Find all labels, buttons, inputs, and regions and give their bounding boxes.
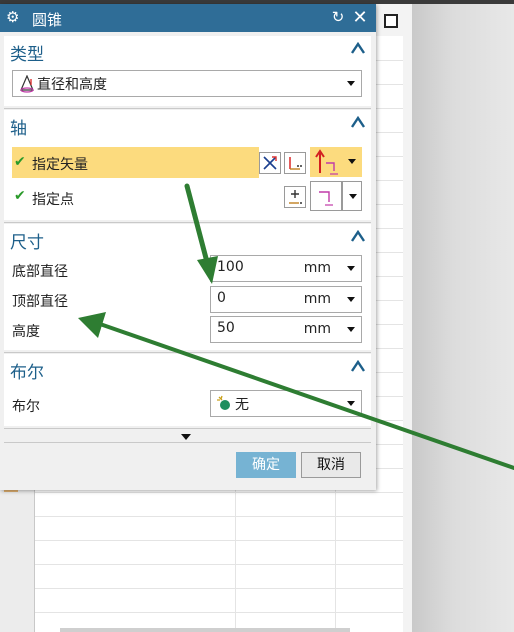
collapse-icon[interactable] [351, 42, 365, 54]
vector-dialog-icon[interactable] [259, 152, 281, 174]
collapse-icon[interactable] [351, 116, 365, 128]
point-icon[interactable] [310, 181, 342, 211]
type-section: 类型 直径和高度 [4, 36, 371, 106]
collapse-icon[interactable] [351, 230, 365, 242]
point-dialog-icon[interactable] [284, 186, 306, 208]
axis-section-header[interactable]: 轴 [10, 114, 27, 139]
dialog-title: 圆锥 [32, 11, 63, 29]
reset-icon[interactable]: ↻ [330, 8, 346, 26]
height-input[interactable]: 50 mm [210, 316, 362, 343]
chevron-down-icon[interactable] [347, 266, 355, 271]
divider [4, 222, 371, 223]
specify-point-row[interactable]: ✔ 指定点 [4, 181, 371, 212]
point-dropdown[interactable] [342, 181, 362, 211]
ok-button[interactable]: 确定 [236, 452, 296, 478]
unit-label: mm [303, 291, 331, 307]
inferred-vector-icon[interactable] [284, 152, 306, 174]
boolean-none-icon [217, 395, 230, 410]
boolean-section: 布尔 布尔 无 [4, 354, 371, 426]
background-graphics-area [412, 4, 514, 632]
dialog-titlebar[interactable]: ⚙ 圆锥 ↻ ✕ [0, 4, 376, 32]
top-diameter-value: 0 [217, 290, 226, 306]
axis-section: 轴 ✔ 指定矢量 ✔ 指定点 [4, 110, 371, 220]
unit-label: mm [303, 260, 331, 276]
chevron-down-icon[interactable] [347, 401, 355, 406]
chevron-down-icon[interactable] [347, 327, 355, 332]
gear-icon[interactable]: ⚙ [6, 9, 22, 25]
specify-vector-label: 指定矢量 [32, 157, 88, 173]
bottom-diameter-label: 底部直径 [12, 264, 68, 280]
maximize-icon[interactable] [384, 14, 398, 28]
type-dropdown[interactable]: 直径和高度 [12, 70, 362, 97]
collapse-icon[interactable] [351, 360, 365, 372]
top-diameter-label: 顶部直径 [12, 294, 68, 310]
chevron-down-icon[interactable] [347, 81, 355, 86]
vector-dropdown[interactable] [342, 147, 362, 177]
divider [4, 108, 371, 109]
close-icon[interactable]: ✕ [352, 7, 368, 28]
type-section-header[interactable]: 类型 [10, 40, 44, 65]
specify-vector-row[interactable]: ✔ 指定矢量 [4, 147, 371, 178]
check-icon: ✔ [14, 188, 26, 204]
more-options-icon[interactable] [181, 434, 191, 440]
bottom-diameter-input[interactable]: 100 mm [210, 255, 362, 282]
specify-point-label: 指定点 [32, 192, 74, 208]
height-value: 50 [217, 320, 235, 336]
top-diameter-input[interactable]: 0 mm [210, 286, 362, 313]
divider [4, 428, 371, 429]
type-selected: 直径和高度 [37, 77, 107, 93]
boolean-dropdown[interactable]: 无 [210, 390, 362, 417]
boolean-selected: 无 [235, 397, 249, 413]
divider [4, 352, 371, 353]
cone-dialog: ⚙ 圆锥 ↻ ✕ 类型 直径和高度 轴 ✔ 指定矢量 ✔ 指定点 尺寸 底部直径… [0, 4, 376, 490]
divider [4, 442, 371, 443]
chevron-down-icon[interactable] [347, 297, 355, 302]
bottom-diameter-value: 100 [217, 259, 244, 275]
cancel-button[interactable]: 取消 [301, 452, 361, 478]
boolean-label: 布尔 [12, 399, 40, 415]
check-icon: ✔ [14, 154, 26, 170]
vector-icon[interactable] [310, 147, 342, 177]
cone-type-icon [20, 75, 34, 93]
unit-label: mm [303, 321, 331, 337]
dimensions-section: 尺寸 底部直径 100 mm 顶部直径 0 mm 高度 50 mm [4, 224, 371, 350]
height-label: 高度 [12, 324, 40, 340]
horizontal-scrollbar[interactable] [60, 628, 350, 632]
boolean-section-header[interactable]: 布尔 [10, 358, 44, 383]
dimensions-section-header[interactable]: 尺寸 [10, 228, 44, 253]
